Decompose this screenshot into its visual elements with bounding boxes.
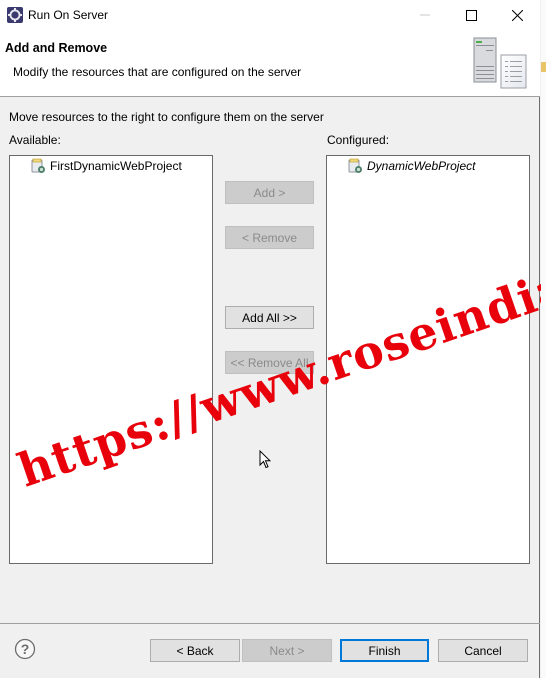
maximize-icon	[465, 9, 477, 21]
back-button[interactable]: < Back	[150, 639, 240, 662]
cancel-button[interactable]: Cancel	[438, 639, 528, 662]
available-label: Available:	[9, 133, 61, 147]
svg-text:?: ?	[21, 641, 30, 657]
add-all-button[interactable]: Add All >>	[225, 306, 314, 329]
close-button[interactable]	[494, 0, 540, 30]
run-on-server-dialog: Run On Server Add and Remove Modify the …	[0, 0, 546, 678]
title-bar: Run On Server	[0, 0, 540, 30]
close-icon	[511, 9, 523, 21]
background-icon-fragment	[541, 62, 546, 72]
mouse-cursor-icon	[259, 450, 271, 469]
list-item[interactable]: FirstDynamicWebProject	[30, 157, 182, 175]
add-button[interactable]: Add >	[225, 181, 314, 204]
remove-button[interactable]: < Remove	[225, 226, 314, 249]
configured-label: Configured:	[327, 133, 390, 147]
page-title: Add and Remove	[5, 41, 108, 55]
wizard-banner: Add and Remove Modify the resources that…	[0, 30, 540, 97]
finish-button[interactable]: Finish	[340, 639, 429, 662]
minimize-icon	[420, 14, 430, 16]
available-list[interactable]: FirstDynamicWebProject	[9, 155, 213, 564]
footer-separator	[0, 623, 540, 624]
configured-item-name: DynamicWebProject	[367, 159, 476, 173]
help-icon[interactable]: ?	[14, 638, 36, 660]
web-project-icon	[348, 158, 362, 173]
next-button[interactable]: Next >	[242, 639, 332, 662]
available-item-name: FirstDynamicWebProject	[50, 159, 182, 173]
server-config-icon	[473, 37, 527, 89]
background-window-edge	[541, 0, 546, 678]
remove-all-button[interactable]: << Remove All	[225, 351, 314, 374]
list-item[interactable]: DynamicWebProject	[347, 157, 475, 175]
eclipse-gear-icon	[7, 7, 23, 23]
maximize-button[interactable]	[448, 0, 494, 30]
configured-list[interactable]: DynamicWebProject	[326, 155, 530, 564]
minimize-button[interactable]	[402, 0, 448, 30]
window-title: Run On Server	[28, 8, 109, 22]
instructions-text: Move resources to the right to configure…	[9, 110, 324, 124]
page-description: Modify the resources that are configured…	[13, 65, 302, 79]
web-project-icon	[31, 158, 45, 173]
